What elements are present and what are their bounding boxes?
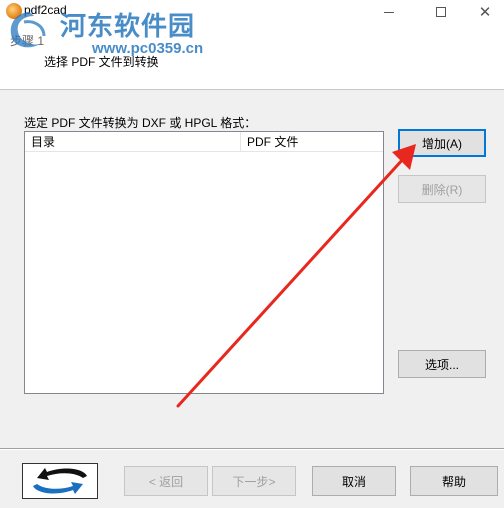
pdf-file-list[interactable]: 目录 PDF 文件 — [24, 131, 384, 394]
back-button[interactable]: < 返回 — [124, 466, 208, 496]
add-button[interactable]: 增加(A) — [398, 129, 486, 157]
help-button[interactable]: 帮助 — [410, 466, 498, 496]
step-description: 选择 PDF 文件到转换 — [44, 55, 159, 69]
step-label: 步骤 1 — [10, 34, 45, 48]
title-bar: pdf2cad ✕ — [0, 0, 504, 30]
options-button[interactable]: 选项... — [398, 350, 486, 378]
list-header: 目录 PDF 文件 — [25, 132, 383, 152]
pdf2cad-logo — [22, 463, 98, 499]
footer-separator — [0, 448, 504, 450]
remove-button[interactable]: 删除(R) — [398, 175, 486, 203]
column-header-pdf-file[interactable]: PDF 文件 — [241, 132, 383, 152]
maximize-button[interactable] — [424, 0, 458, 24]
column-header-directory[interactable]: 目录 — [25, 132, 241, 152]
maximize-icon — [436, 7, 446, 17]
window-title: pdf2cad — [24, 3, 67, 17]
minimize-button[interactable] — [372, 0, 406, 24]
wizard-header: 步骤 1 选择 PDF 文件到转换 — [0, 30, 504, 90]
minimize-icon — [384, 11, 394, 13]
refresh-arrows-icon — [33, 468, 87, 494]
list-caption: 选定 PDF 文件转换为 DXF 或 HPGL 格式： — [24, 116, 257, 130]
cancel-button[interactable]: 取消 — [312, 466, 396, 496]
next-button[interactable]: 下一步> — [212, 466, 296, 496]
close-button[interactable]: ✕ — [468, 0, 502, 24]
close-icon: ✕ — [478, 4, 492, 21]
app-icon — [6, 3, 22, 19]
